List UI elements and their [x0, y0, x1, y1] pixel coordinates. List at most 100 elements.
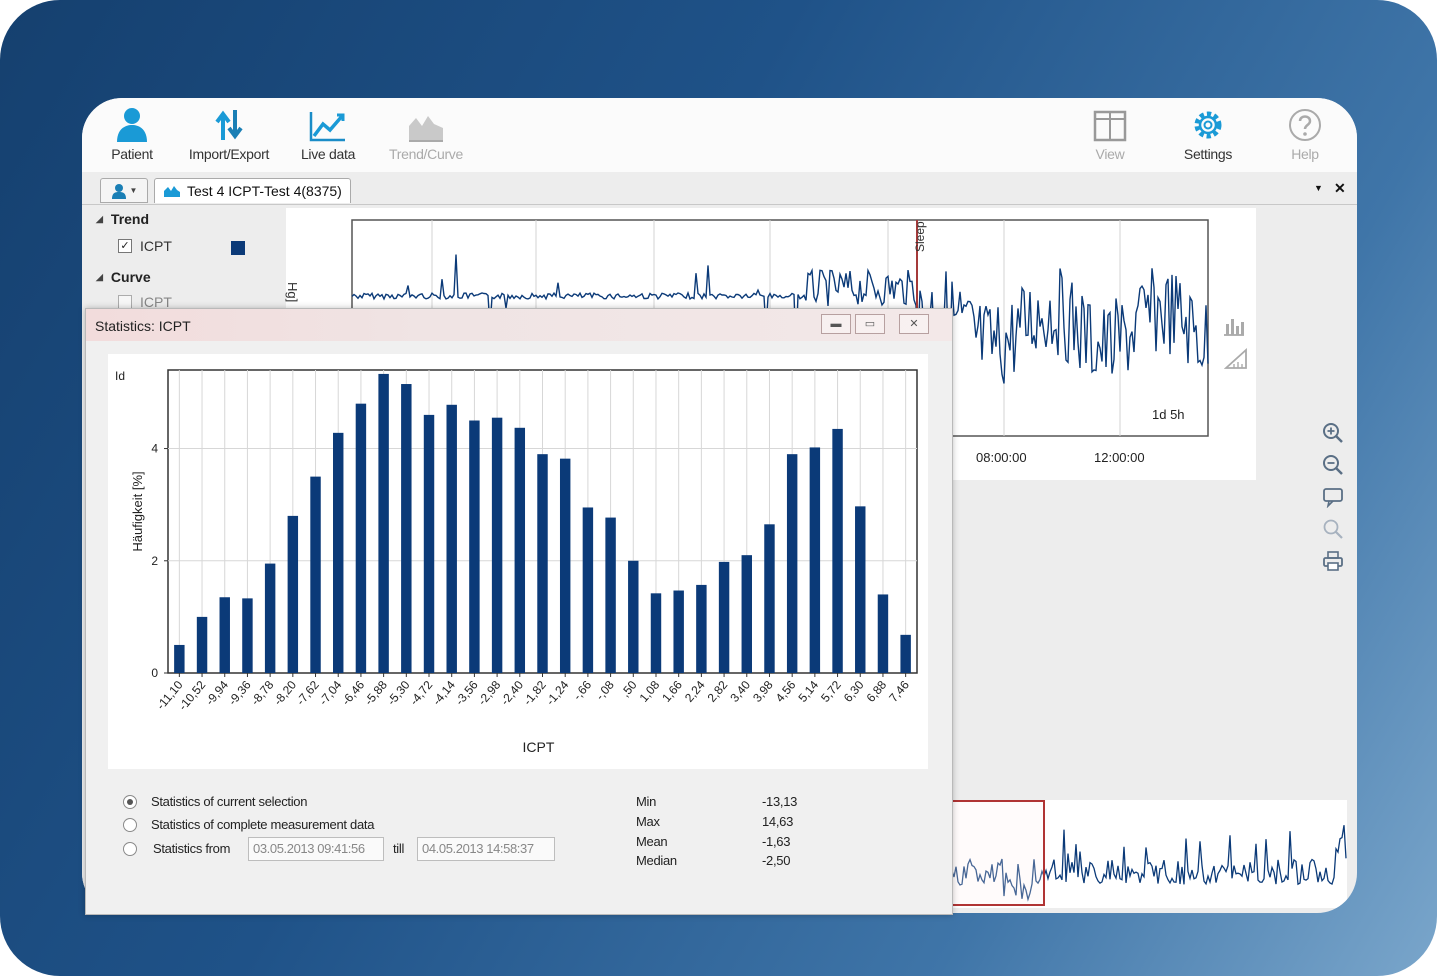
trend-icpt-checkbox[interactable]: ✓	[118, 239, 132, 253]
y-corner-label: Id	[115, 369, 125, 383]
histogram-bar	[196, 616, 208, 673]
user-dropdown-tab[interactable]: ▼	[100, 178, 148, 203]
minimize-icon: ▬	[830, 318, 842, 330]
settings-button[interactable]: Settings	[1178, 104, 1238, 162]
x-tick-label: 6,88	[864, 678, 890, 705]
x-tick-label: 3,40	[727, 678, 753, 705]
x-tick-label: -8,78	[248, 678, 277, 708]
histogram-bar	[855, 506, 866, 673]
x-tick-label: -6,46	[339, 678, 368, 708]
help-button[interactable]: Help	[1286, 104, 1324, 162]
histogram-bar	[514, 427, 526, 673]
radio-statistics-from[interactable]	[123, 842, 137, 856]
histogram-bar	[741, 555, 752, 673]
search-icon[interactable]	[1322, 518, 1344, 540]
histogram-bar	[673, 590, 684, 673]
histogram-bar	[537, 454, 548, 673]
stat-mean-label: Mean	[636, 834, 668, 849]
dialog-titlebar[interactable]: Statistics: ICPT ▬ ▭ ✕	[86, 309, 952, 341]
x-tick-label: 12:00:00	[1094, 450, 1145, 465]
tab-list-dropdown-icon[interactable]: ▼	[1314, 183, 1323, 193]
tab-title: Test 4 ICPT-Test 4(8375)	[187, 183, 342, 199]
radio-current-selection[interactable]	[123, 795, 137, 809]
patient-button[interactable]: Patient	[104, 104, 160, 162]
statistics-options: Statistics of current selection Statisti…	[86, 779, 952, 914]
close-dialog-button[interactable]: ✕	[899, 314, 929, 334]
ruler-tool-icon[interactable]	[1224, 348, 1248, 370]
stat-max-label: Max	[636, 814, 660, 829]
ribbon-toolbar: Patient Import/Export Live data Trend/Cu…	[82, 98, 1357, 172]
curve-icpt-checkbox[interactable]	[118, 295, 132, 309]
overview-chart[interactable]	[942, 800, 1347, 908]
bar-chart-tool-icon[interactable]	[1222, 316, 1246, 336]
curve-group-header[interactable]: ◢ Curve	[96, 269, 151, 285]
zoom-in-icon[interactable]	[1322, 422, 1344, 444]
overview-navigator[interactable]	[942, 800, 1347, 908]
x-tick-label: 7,46	[886, 678, 912, 705]
x-tick-label: -7,04	[316, 678, 345, 708]
comment-icon[interactable]	[1322, 486, 1344, 508]
x-tick-label: 1,08	[637, 678, 663, 705]
histogram-bar	[174, 644, 185, 673]
view-label: View	[1095, 146, 1125, 162]
settings-label: Settings	[1183, 146, 1233, 162]
minimize-button[interactable]: ▬	[821, 314, 851, 334]
import-export-button[interactable]: Import/Export	[182, 104, 276, 162]
histogram-bar	[355, 403, 367, 673]
x-tick-label: -5,30	[384, 678, 413, 708]
x-tick-label: -8,20	[271, 678, 300, 708]
trend-icpt-item[interactable]: ✓ ICPT	[118, 238, 172, 254]
x-tick-label: -9,36	[225, 678, 254, 708]
x-tick-label: -,08	[593, 678, 617, 703]
view-button[interactable]: View	[1090, 104, 1130, 162]
histogram-bar	[423, 414, 435, 673]
live-data-button[interactable]: Live data	[298, 104, 358, 162]
overview-selection-window[interactable]	[951, 800, 1045, 906]
x-tick-label: -,66	[570, 678, 594, 703]
histogram-bar	[378, 373, 389, 673]
stat-median-label: Median	[636, 853, 677, 868]
statistics-dialog: Statistics: ICPT ▬ ▭ ✕ 0 2 4 -11,10 -10,52 -9…	[85, 308, 953, 915]
histogram-bar	[696, 584, 707, 673]
x-tick-label: -9,94	[203, 678, 232, 708]
y-tick-label: 4	[151, 442, 158, 456]
histogram-bar	[650, 593, 662, 673]
histogram-bar	[582, 507, 594, 673]
x-tick-label: -2,40	[498, 678, 527, 708]
close-tab-icon[interactable]: ✕	[1334, 180, 1346, 197]
histogram-chart[interactable]: 024-11,10-10,52-9,94-9,36-8,78-8,20-7,62…	[108, 354, 928, 769]
help-icon	[1289, 109, 1321, 141]
histogram-bar	[310, 476, 321, 673]
trend-curve-button[interactable]: Trend/Curve	[384, 104, 468, 162]
document-tab-row: ▼ Test 4 ICPT-Test 4(8375) ▼ ✕	[82, 174, 1357, 205]
trend-color-swatch[interactable]	[231, 241, 245, 255]
maximize-button[interactable]: ▭	[855, 314, 885, 334]
y-tick-label: 0	[151, 666, 158, 680]
live-data-label: Live data	[300, 146, 356, 162]
histogram-bar	[401, 384, 412, 673]
tab-test-record[interactable]: Test 4 ICPT-Test 4(8375)	[154, 178, 351, 203]
x-tick-label: -1,82	[520, 678, 549, 708]
x-tick-label: -3,56	[452, 678, 481, 708]
trend-group-header[interactable]: ◢ Trend	[96, 211, 149, 227]
histogram-bar	[764, 524, 775, 673]
radio-current-label: Statistics of current selection	[151, 794, 308, 809]
view-icon	[1093, 110, 1127, 142]
trend-tab-icon	[164, 186, 180, 197]
histogram-bar	[786, 454, 798, 673]
print-icon[interactable]	[1322, 550, 1344, 572]
duration-label: 1d 5h	[1152, 407, 1185, 422]
chevron-down-icon: ▼	[129, 186, 138, 195]
x-tick-label: -1,24	[543, 678, 572, 708]
trend-icpt-label: ICPT	[140, 238, 172, 254]
radio-complete-data[interactable]	[123, 818, 137, 832]
zoom-out-icon[interactable]	[1322, 454, 1344, 476]
sleep-marker-label: Sleep	[913, 221, 927, 252]
dialog-title: Statistics: ICPT	[95, 318, 191, 334]
x-tick-label: 2,82	[705, 678, 731, 705]
till-date-field[interactable]: 04.05.2013 14:58:37	[417, 837, 555, 861]
from-date-field[interactable]: 03.05.2013 09:41:56	[248, 837, 384, 861]
trend-group-label: Trend	[110, 211, 150, 227]
trend-curve-icon	[409, 116, 443, 142]
radio-complete-label: Statistics of complete measurement data	[151, 817, 375, 832]
